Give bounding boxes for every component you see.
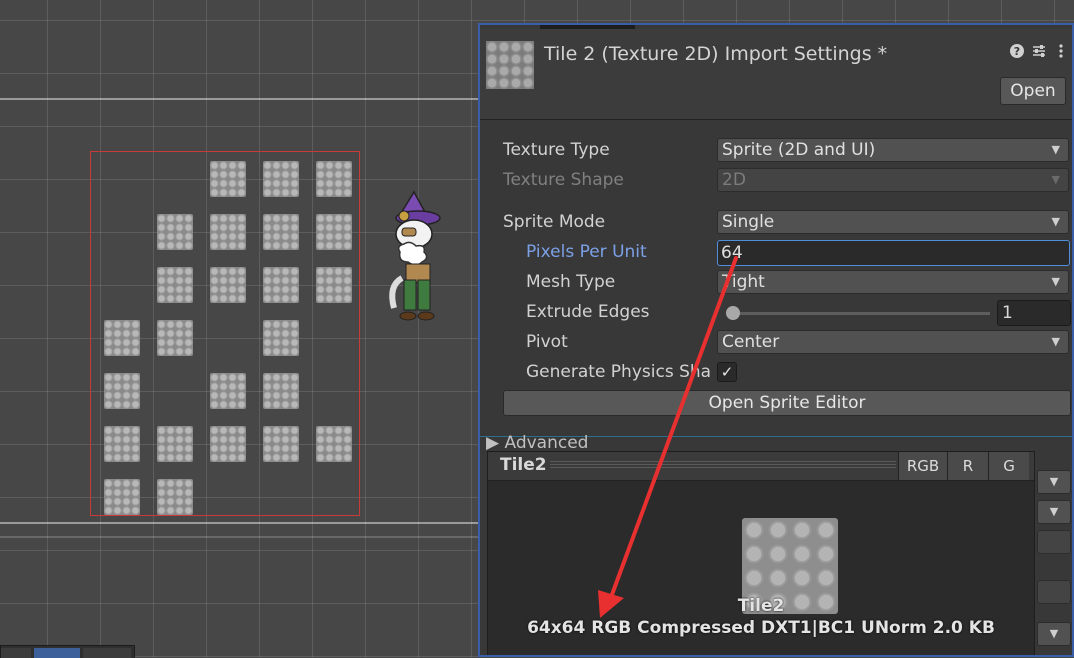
preview-title: Tile2 (500, 455, 547, 475)
dropdown-arrow-icon: ▼ (1049, 505, 1059, 518)
tile-sprite[interactable] (210, 214, 246, 250)
platform-field[interactable] (1037, 580, 1071, 604)
sprite-mode-label: Sprite Mode (503, 212, 606, 232)
dropdown-arrow-icon: ▼ (1051, 143, 1060, 156)
dropdown-arrow-icon: ▼ (1049, 627, 1059, 640)
tile-sprite[interactable] (316, 214, 352, 250)
pivot-row: Pivot Center ▼ (480, 330, 1072, 356)
texture-shape-label: Texture Shape (503, 170, 624, 190)
tile-sprite[interactable] (157, 479, 193, 515)
preview-drag-grip[interactable] (550, 461, 896, 469)
tile-sprite[interactable] (104, 373, 140, 409)
tile-sprite[interactable] (104, 426, 140, 462)
preview-texture-info: 64x64 RGB Compressed DXT1|BC1 UNorm 2.0 … (527, 618, 995, 638)
preview-toolbar: Tile2 RGB R G (488, 452, 1034, 481)
tile-sprite[interactable] (157, 320, 193, 356)
extrude-edges-label: Extrude Edges (526, 302, 650, 322)
texture-shape-value: 2D (722, 170, 746, 190)
tile-sprite[interactable] (104, 320, 140, 356)
extrude-edges-slider[interactable] (730, 312, 990, 315)
inspector-window: Tile 2 (Texture 2D) Import Settings * ? … (478, 23, 1074, 657)
tile-sprite[interactable] (210, 426, 246, 462)
channel-r-button[interactable]: R (947, 452, 988, 480)
mesh-type-label: Mesh Type (526, 272, 616, 292)
generate-physics-shape-checkbox[interactable]: ✓ (717, 362, 737, 382)
dropdown-arrow-icon: ▼ (1049, 475, 1059, 488)
pixels-per-unit-input[interactable]: 64 (717, 240, 1070, 266)
preview-asset-name: Tile2 (737, 596, 785, 616)
generate-physics-shape-label: Generate Physics Sha (526, 362, 712, 382)
tile-sprite[interactable] (263, 426, 299, 462)
tile-sprite[interactable] (263, 161, 299, 197)
scene-grid-axis-line (0, 98, 480, 100)
foldout-arrow-icon: ▶ (486, 433, 500, 453)
tile-sprite[interactable] (316, 426, 352, 462)
tile-sprite[interactable] (210, 267, 246, 303)
channel-g-button[interactable]: G (988, 452, 1029, 480)
extrude-edges-input[interactable]: 1 (997, 300, 1071, 326)
mesh-type-value: Tight (722, 272, 765, 292)
advanced-label: Advanced (504, 433, 589, 453)
tile-sprite[interactable] (157, 214, 193, 250)
help-icon[interactable]: ? (1008, 43, 1026, 61)
tile-sprite[interactable] (157, 426, 193, 462)
tile-sprite[interactable] (210, 373, 246, 409)
texture-type-row: Texture Type Sprite (2D and UI) ▼ (480, 138, 1072, 164)
mesh-type-dropdown[interactable]: Tight ▼ (717, 270, 1069, 294)
tile-sprite[interactable] (210, 161, 246, 197)
tile-sprite[interactable] (316, 161, 352, 197)
tile-sprite[interactable] (263, 214, 299, 250)
tile-sprite[interactable] (104, 479, 140, 515)
platform-dropdown[interactable]: ▼ (1037, 622, 1071, 646)
texture-type-dropdown[interactable]: Sprite (2D and UI) ▼ (717, 138, 1069, 162)
tile-sprite[interactable] (263, 267, 299, 303)
kebab-menu-icon[interactable] (1052, 43, 1070, 61)
scene-toolbar (0, 645, 135, 658)
scene-grid-axis-line (0, 536, 480, 538)
texture-type-label: Texture Type (503, 140, 610, 160)
pivot-value: Center (722, 332, 780, 352)
sprite-mode-value: Single (722, 212, 775, 232)
pivot-label: Pivot (526, 332, 568, 352)
tile-sprite[interactable] (263, 373, 299, 409)
tile-sprite[interactable] (263, 320, 299, 356)
dropdown-arrow-icon: ▼ (1051, 173, 1060, 186)
extrude-edges-slider-thumb[interactable] (726, 306, 740, 320)
platform-dropdown[interactable]: ▼ (1037, 470, 1071, 494)
svg-text:?: ? (1014, 45, 1020, 58)
scene-grid-axis-line (0, 522, 480, 524)
platform-dropdown[interactable]: ▼ (1037, 500, 1071, 524)
character-sprite[interactable] (380, 188, 450, 328)
pixels-per-unit-row: Pixels Per Unit 64 (480, 240, 1072, 266)
pixels-per-unit-label: Pixels Per Unit (526, 242, 647, 262)
dropdown-arrow-icon: ▼ (1051, 335, 1060, 348)
generate-physics-shape-row: Generate Physics Sha ✓ (480, 360, 1072, 386)
sprite-mode-row: Sprite Mode Single ▼ (480, 210, 1072, 236)
texture-shape-dropdown: 2D ▼ (717, 168, 1069, 192)
platform-field[interactable] (1037, 530, 1071, 554)
dropdown-arrow-icon: ▼ (1051, 215, 1060, 228)
pivot-dropdown[interactable]: Center ▼ (717, 330, 1069, 354)
channel-rgb-button[interactable]: RGB (898, 452, 947, 480)
texture-shape-row: Texture Shape 2D ▼ (480, 168, 1072, 194)
open-sprite-editor-button[interactable]: Open Sprite Editor (503, 390, 1071, 416)
inspector-title: Tile 2 (Texture 2D) Import Settings * (544, 43, 888, 65)
extrude-edges-row: Extrude Edges 1 (480, 300, 1072, 326)
tile-sprite[interactable] (157, 267, 193, 303)
tile-sprite[interactable] (316, 267, 352, 303)
texture-type-value: Sprite (2D and UI) (722, 140, 876, 160)
inspector-header: Tile 2 (Texture 2D) Import Settings * ? … (480, 29, 1072, 120)
dropdown-arrow-icon: ▼ (1051, 275, 1060, 288)
mesh-type-row: Mesh Type Tight ▼ (480, 270, 1072, 296)
preset-icon[interactable] (1030, 43, 1048, 61)
advanced-foldout[interactable]: ▶ Advanced (486, 433, 588, 453)
texture-thumbnail (486, 41, 534, 89)
texture-preview-panel: Tile2 RGB R G Tile2 64x64 RGB Compressed… (487, 451, 1035, 655)
sprite-mode-dropdown[interactable]: Single ▼ (717, 210, 1069, 234)
open-button[interactable]: Open (1000, 77, 1066, 105)
